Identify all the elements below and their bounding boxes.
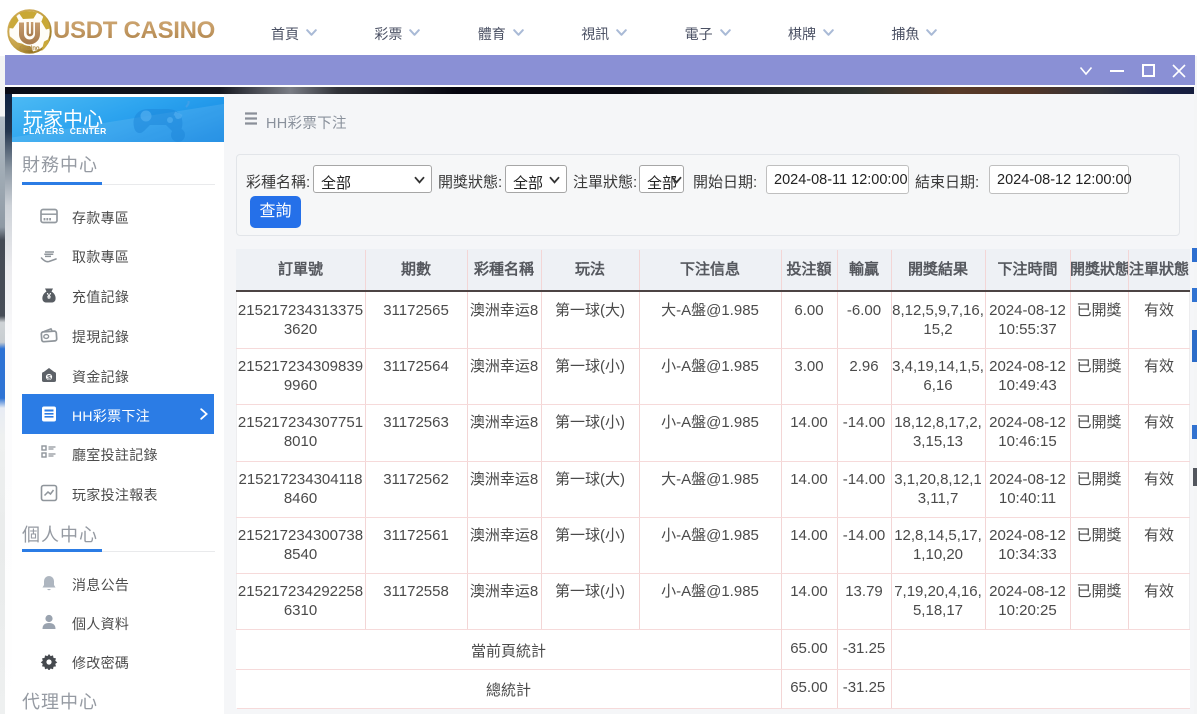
svg-text:$: $ [47,374,51,381]
svg-text:¥: ¥ [47,292,52,301]
svg-text:Casino: Casino [20,45,40,52]
